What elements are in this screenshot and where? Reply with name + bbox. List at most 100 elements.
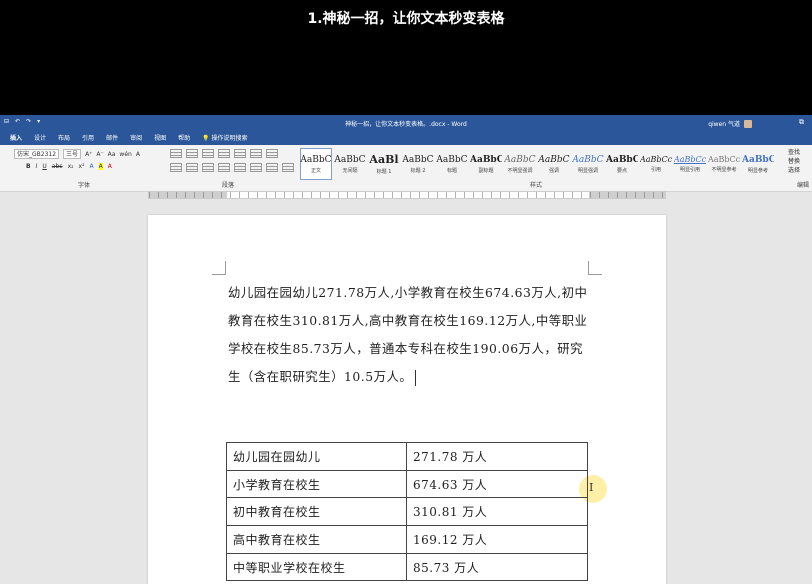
style-subtitle[interactable]: AaBbC 副标题: [470, 148, 502, 180]
style-no-spacing[interactable]: AaBbC 无间隔: [334, 148, 366, 180]
style-heading-2[interactable]: AaBbC 标题 2: [402, 148, 434, 180]
ruler-ticks: [149, 192, 665, 198]
highlight-button[interactable]: A: [98, 163, 103, 170]
styles-group-label: 样式: [530, 182, 543, 189]
text-effects-button[interactable]: A: [90, 163, 94, 170]
table-cell[interactable]: 中等职业学校在校生: [226, 552, 407, 582]
align-center-icon[interactable]: [186, 163, 198, 172]
phonetic-guide-button[interactable]: wén: [119, 151, 131, 158]
style-subtle-reference[interactable]: AaBbCc 不明显参考: [708, 148, 740, 180]
decrease-indent-icon[interactable]: [218, 149, 230, 158]
margin-corner-top-left: [212, 261, 226, 275]
table-cell[interactable]: 674.63 万人: [406, 469, 588, 499]
change-case-button[interactable]: Aa: [108, 151, 116, 158]
shrink-font-button[interactable]: A⁻: [96, 151, 103, 158]
data-table[interactable]: 幼儿园在园幼儿 271.78 万人 小学教育在校生 674.63 万人 初中教育…: [226, 442, 588, 582]
table-cell[interactable]: 高中教育在校生: [226, 525, 407, 554]
styles-gallery: AaBbC 正文 AaBbC 无间隔 AaBl 标题 1 AaBbC 标题 2 AaBb…: [300, 148, 774, 180]
font-color-button[interactable]: A: [108, 163, 112, 170]
align-right-icon[interactable]: [202, 163, 214, 172]
style-emphasis[interactable]: AaBbC 强调: [538, 148, 570, 180]
user-name: qiwen 气道: [708, 121, 740, 128]
table-row: 初中教育在校生 310.81 万人: [226, 497, 588, 527]
table-cell[interactable]: 幼儿园在园幼儿: [226, 442, 407, 471]
numbering-icon[interactable]: [186, 149, 198, 158]
ibeam-cursor-icon: I: [589, 481, 594, 494]
paragraph-align-controls: [170, 163, 294, 172]
document-page[interactable]: 幼儿园在园幼儿271.78万人,小学教育在校生674.63万人,初中教育在校生3…: [148, 215, 666, 584]
tab-view[interactable]: 视图: [154, 133, 166, 142]
find-button[interactable]: 查找: [788, 148, 800, 157]
table-row: 幼儿园在园幼儿 271.78 万人: [226, 442, 588, 471]
superscript-button[interactable]: x²: [79, 163, 85, 170]
italic-button[interactable]: I: [36, 163, 38, 170]
underline-button[interactable]: U: [42, 163, 46, 170]
select-button[interactable]: 选择: [788, 166, 800, 175]
text-caret: [415, 369, 417, 386]
table-row: 中等职业学校在校生 85.73 万人: [226, 552, 588, 582]
subscript-button[interactable]: x₂: [68, 163, 74, 170]
ribbon-tabs: 插入 设计 布局 引用 邮件 审阅 视图 帮助 💡 操作说明搜索: [0, 130, 812, 145]
word-window: ⊟ ↶ ↷ ▾ 神秘一招，让你文本秒变表格。.docx - Word qiwen…: [0, 115, 812, 584]
tab-help[interactable]: 帮助: [178, 133, 190, 142]
borders-icon[interactable]: [282, 163, 294, 172]
table-row: 高中教育在校生 169.12 万人: [226, 525, 588, 554]
table-cell[interactable]: 小学教育在校生: [226, 469, 407, 499]
style-intense-quote[interactable]: AaBbCc 明显引用: [674, 148, 706, 180]
ribbon-display-options-icon[interactable]: ⧉: [799, 118, 804, 127]
margin-corner-top-right: [588, 261, 602, 275]
justify-icon[interactable]: [218, 163, 230, 172]
tell-me-search[interactable]: 💡 操作说明搜索: [202, 133, 247, 142]
video-title-bar: 1.神秘一招，让你文本秒变表格: [0, 0, 812, 115]
style-strong[interactable]: AaBbC 要点: [606, 148, 638, 180]
tell-me-label: 操作说明搜索: [211, 135, 248, 142]
horizontal-ruler[interactable]: [148, 191, 666, 199]
font-controls: 仿宋_GB2312 三号 A⁺ A⁻ Aa wén A: [14, 149, 140, 159]
font-size-select[interactable]: 三号: [63, 149, 82, 159]
ribbon: 仿宋_GB2312 三号 A⁺ A⁻ Aa wén A B I U abc x₂…: [0, 145, 812, 192]
style-intense-emphasis[interactable]: AaBbC 明显强调: [572, 148, 604, 180]
bold-button[interactable]: B: [26, 163, 31, 170]
tab-review[interactable]: 审阅: [130, 133, 142, 142]
style-heading-1[interactable]: AaBl 标题 1: [368, 148, 400, 180]
grow-font-button[interactable]: A⁺: [85, 151, 92, 158]
shading-icon[interactable]: [266, 163, 278, 172]
table-row: 小学教育在校生 674.63 万人: [226, 469, 588, 499]
style-subtle-emphasis[interactable]: AaBbC 不明显强调: [504, 148, 536, 180]
tab-insert[interactable]: 插入: [10, 133, 22, 142]
style-title[interactable]: AaBbC 标题: [436, 148, 468, 180]
style-intense-reference[interactable]: AaBbC 明显参考: [742, 148, 774, 180]
paragraph-controls: [170, 149, 278, 158]
table-cell[interactable]: 169.12 万人: [406, 525, 588, 554]
bullets-icon[interactable]: [170, 149, 182, 158]
table-cell[interactable]: 85.73 万人: [406, 552, 588, 582]
table-cell[interactable]: 271.78 万人: [406, 442, 588, 471]
tab-mailings[interactable]: 邮件: [106, 133, 118, 142]
strikethrough-button[interactable]: abc: [52, 163, 63, 170]
user-account[interactable]: qiwen 气道: [708, 119, 752, 128]
table-cell[interactable]: 310.81 万人: [406, 497, 588, 527]
line-spacing-icon[interactable]: [250, 163, 262, 172]
style-quote[interactable]: AaBbCc 引用: [640, 148, 672, 180]
font-name-select[interactable]: 仿宋_GB2312: [14, 149, 60, 159]
tab-layout[interactable]: 布局: [58, 133, 70, 142]
show-marks-icon[interactable]: [266, 149, 278, 158]
increase-indent-icon[interactable]: [234, 149, 246, 158]
editing-group-label: 编辑: [797, 182, 810, 189]
distributed-icon[interactable]: [234, 163, 246, 172]
paragraph-text: 幼儿园在园幼儿271.78万人,小学教育在校生674.63万人,初中教育在校生3…: [228, 285, 588, 384]
tab-design[interactable]: 设计: [34, 133, 46, 142]
sort-icon[interactable]: [250, 149, 262, 158]
replace-button[interactable]: 替换: [788, 157, 800, 166]
document-title: 神秘一招，让你文本秒变表格。.docx - Word: [345, 121, 467, 128]
style-normal[interactable]: AaBbC 正文: [300, 148, 332, 180]
body-paragraph[interactable]: 幼儿园在园幼儿271.78万人,小学教育在校生674.63万人,初中教育在校生3…: [228, 279, 590, 391]
multilevel-list-icon[interactable]: [202, 149, 214, 158]
table-cell[interactable]: 初中教育在校生: [226, 497, 407, 527]
font-format-buttons: B I U abc x₂ x² A A A: [26, 163, 112, 170]
screen: 1.神秘一招，让你文本秒变表格 ⊟ ↶ ↷ ▾ 神秘一招，让你文本秒变表格。.d…: [0, 0, 812, 584]
align-left-icon[interactable]: [170, 163, 182, 172]
tab-references[interactable]: 引用: [82, 133, 94, 142]
video-title: 1.神秘一招，让你文本秒变表格: [307, 11, 505, 27]
character-border-button[interactable]: A: [136, 151, 140, 158]
